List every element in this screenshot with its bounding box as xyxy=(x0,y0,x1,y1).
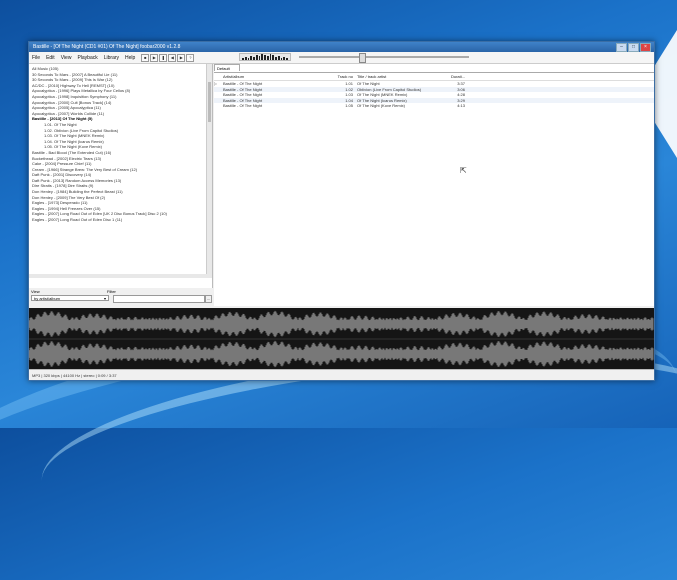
spectrum-bar xyxy=(283,57,286,60)
filter-button[interactable]: ... xyxy=(205,295,212,303)
spectrum-bar xyxy=(286,58,289,60)
cell-duration: 4:13 xyxy=(457,103,465,108)
waveform-channel xyxy=(29,310,654,338)
menu-bar: File Edit View Playback Library Help ■ ▶… xyxy=(29,52,654,64)
foobar-window: Bastille - [Of The Night (CD1 #01) Of Th… xyxy=(28,41,655,381)
spectrum-bar xyxy=(272,55,275,60)
spectrum-bar xyxy=(258,56,261,60)
menu-view[interactable]: View xyxy=(61,55,72,61)
play-icon[interactable]: ▶ xyxy=(150,53,159,62)
random-icon[interactable]: ? xyxy=(186,53,195,62)
playlist-row[interactable]: Bastille - Of The Night 1.05 Of The Night … xyxy=(214,103,654,109)
view-filter-panel: View Filter by artist/album ▾ ... xyxy=(29,288,212,306)
spectrum-visualizer xyxy=(239,53,291,61)
stop-icon[interactable]: ■ xyxy=(141,53,150,62)
waveform-seekbar[interactable] xyxy=(29,308,654,369)
playlist-header: Artist/album Track no Title / track arti… xyxy=(214,73,654,81)
filter-label: Filter xyxy=(107,289,116,294)
view-select-value: by artist/album xyxy=(34,296,61,301)
playlist-view: Artist/album Track no Title / track arti… xyxy=(214,72,654,303)
prev-icon[interactable]: ◀ xyxy=(168,53,177,62)
header-spacer xyxy=(214,73,221,80)
library-tree: All Music (105) 30 Seconds To Mars - [20… xyxy=(29,64,212,276)
chevron-down-icon: ▾ xyxy=(103,296,106,301)
title-bar[interactable]: Bastille - [Of The Night (CD1 #01) Of Th… xyxy=(29,42,654,52)
menu-edit[interactable]: Edit xyxy=(46,55,55,61)
maximize-button[interactable]: □ xyxy=(628,43,639,52)
cell-artist: Bastille - Of The Night xyxy=(223,103,263,108)
waveform-channel xyxy=(29,340,654,368)
window-title: Bastille - [Of The Night (CD1 #01) Of Th… xyxy=(33,44,181,50)
view-label: View xyxy=(31,289,40,294)
spectrum-bar xyxy=(261,54,264,60)
spectrum-bar xyxy=(253,57,255,60)
tree-album-item[interactable]: Eagles - [2007] Long Road Out of Eden Di… xyxy=(32,217,209,223)
seek-handle[interactable] xyxy=(359,53,366,63)
menu-file[interactable]: File xyxy=(32,55,40,61)
filter-input[interactable] xyxy=(113,295,205,303)
library-scrollbar[interactable] xyxy=(206,64,212,278)
cell-track: 1.05 xyxy=(345,103,353,108)
spectrum-bar xyxy=(250,56,253,60)
waveform-graphic xyxy=(29,310,654,368)
mouse-cursor-icon: ⇱ xyxy=(460,166,467,175)
next-icon[interactable]: ▶ xyxy=(177,53,186,62)
spectrum-bar xyxy=(277,56,280,60)
close-button[interactable]: × xyxy=(640,43,651,52)
col-duration[interactable]: Durati... xyxy=(435,73,465,80)
spectrum-bar xyxy=(264,55,266,60)
col-artist-album[interactable]: Artist/album xyxy=(221,73,323,80)
menu-library[interactable]: Library xyxy=(104,55,119,61)
view-select[interactable]: by artist/album ▾ xyxy=(31,295,109,301)
menu-help[interactable]: Help xyxy=(125,55,135,61)
spectrum-bar xyxy=(269,54,272,60)
minimize-button[interactable]: – xyxy=(616,43,627,52)
scroll-thumb[interactable] xyxy=(208,82,211,122)
pause-icon[interactable]: ❚ xyxy=(159,53,168,62)
spectrum-bar xyxy=(266,56,269,60)
status-bar: MP3 | 320 kbps | 44100 Hz | stereo | 0:0… xyxy=(29,369,654,380)
library-panel: All Music (105) 30 Seconds To Mars - [20… xyxy=(29,64,213,288)
menu-playback[interactable]: Playback xyxy=(77,55,97,61)
window-controls: – □ × xyxy=(616,43,651,52)
spectrum-bar xyxy=(244,57,247,60)
spectrum-bar xyxy=(242,58,244,60)
spectrum-bar xyxy=(280,58,283,60)
playlist-rows: ▷ Bastille - Of The Night 1.01 Of The Night… xyxy=(214,81,654,109)
col-track-no[interactable]: Track no xyxy=(323,73,357,80)
spectrum-bar xyxy=(255,55,258,60)
tab-default[interactable]: Default xyxy=(214,64,240,71)
library-hscrollbar[interactable] xyxy=(29,274,207,278)
spectrum-bar xyxy=(247,58,250,60)
spectrum-bar xyxy=(275,57,277,60)
cell-title: Of The Night (Kove Remix) xyxy=(357,103,405,108)
col-title[interactable]: Title / track artist xyxy=(357,73,435,80)
seek-bar[interactable] xyxy=(299,56,469,58)
playlist-panel: Default Artist/album Track no Title / tr… xyxy=(214,64,654,306)
playing-indicator-icon xyxy=(214,103,221,109)
